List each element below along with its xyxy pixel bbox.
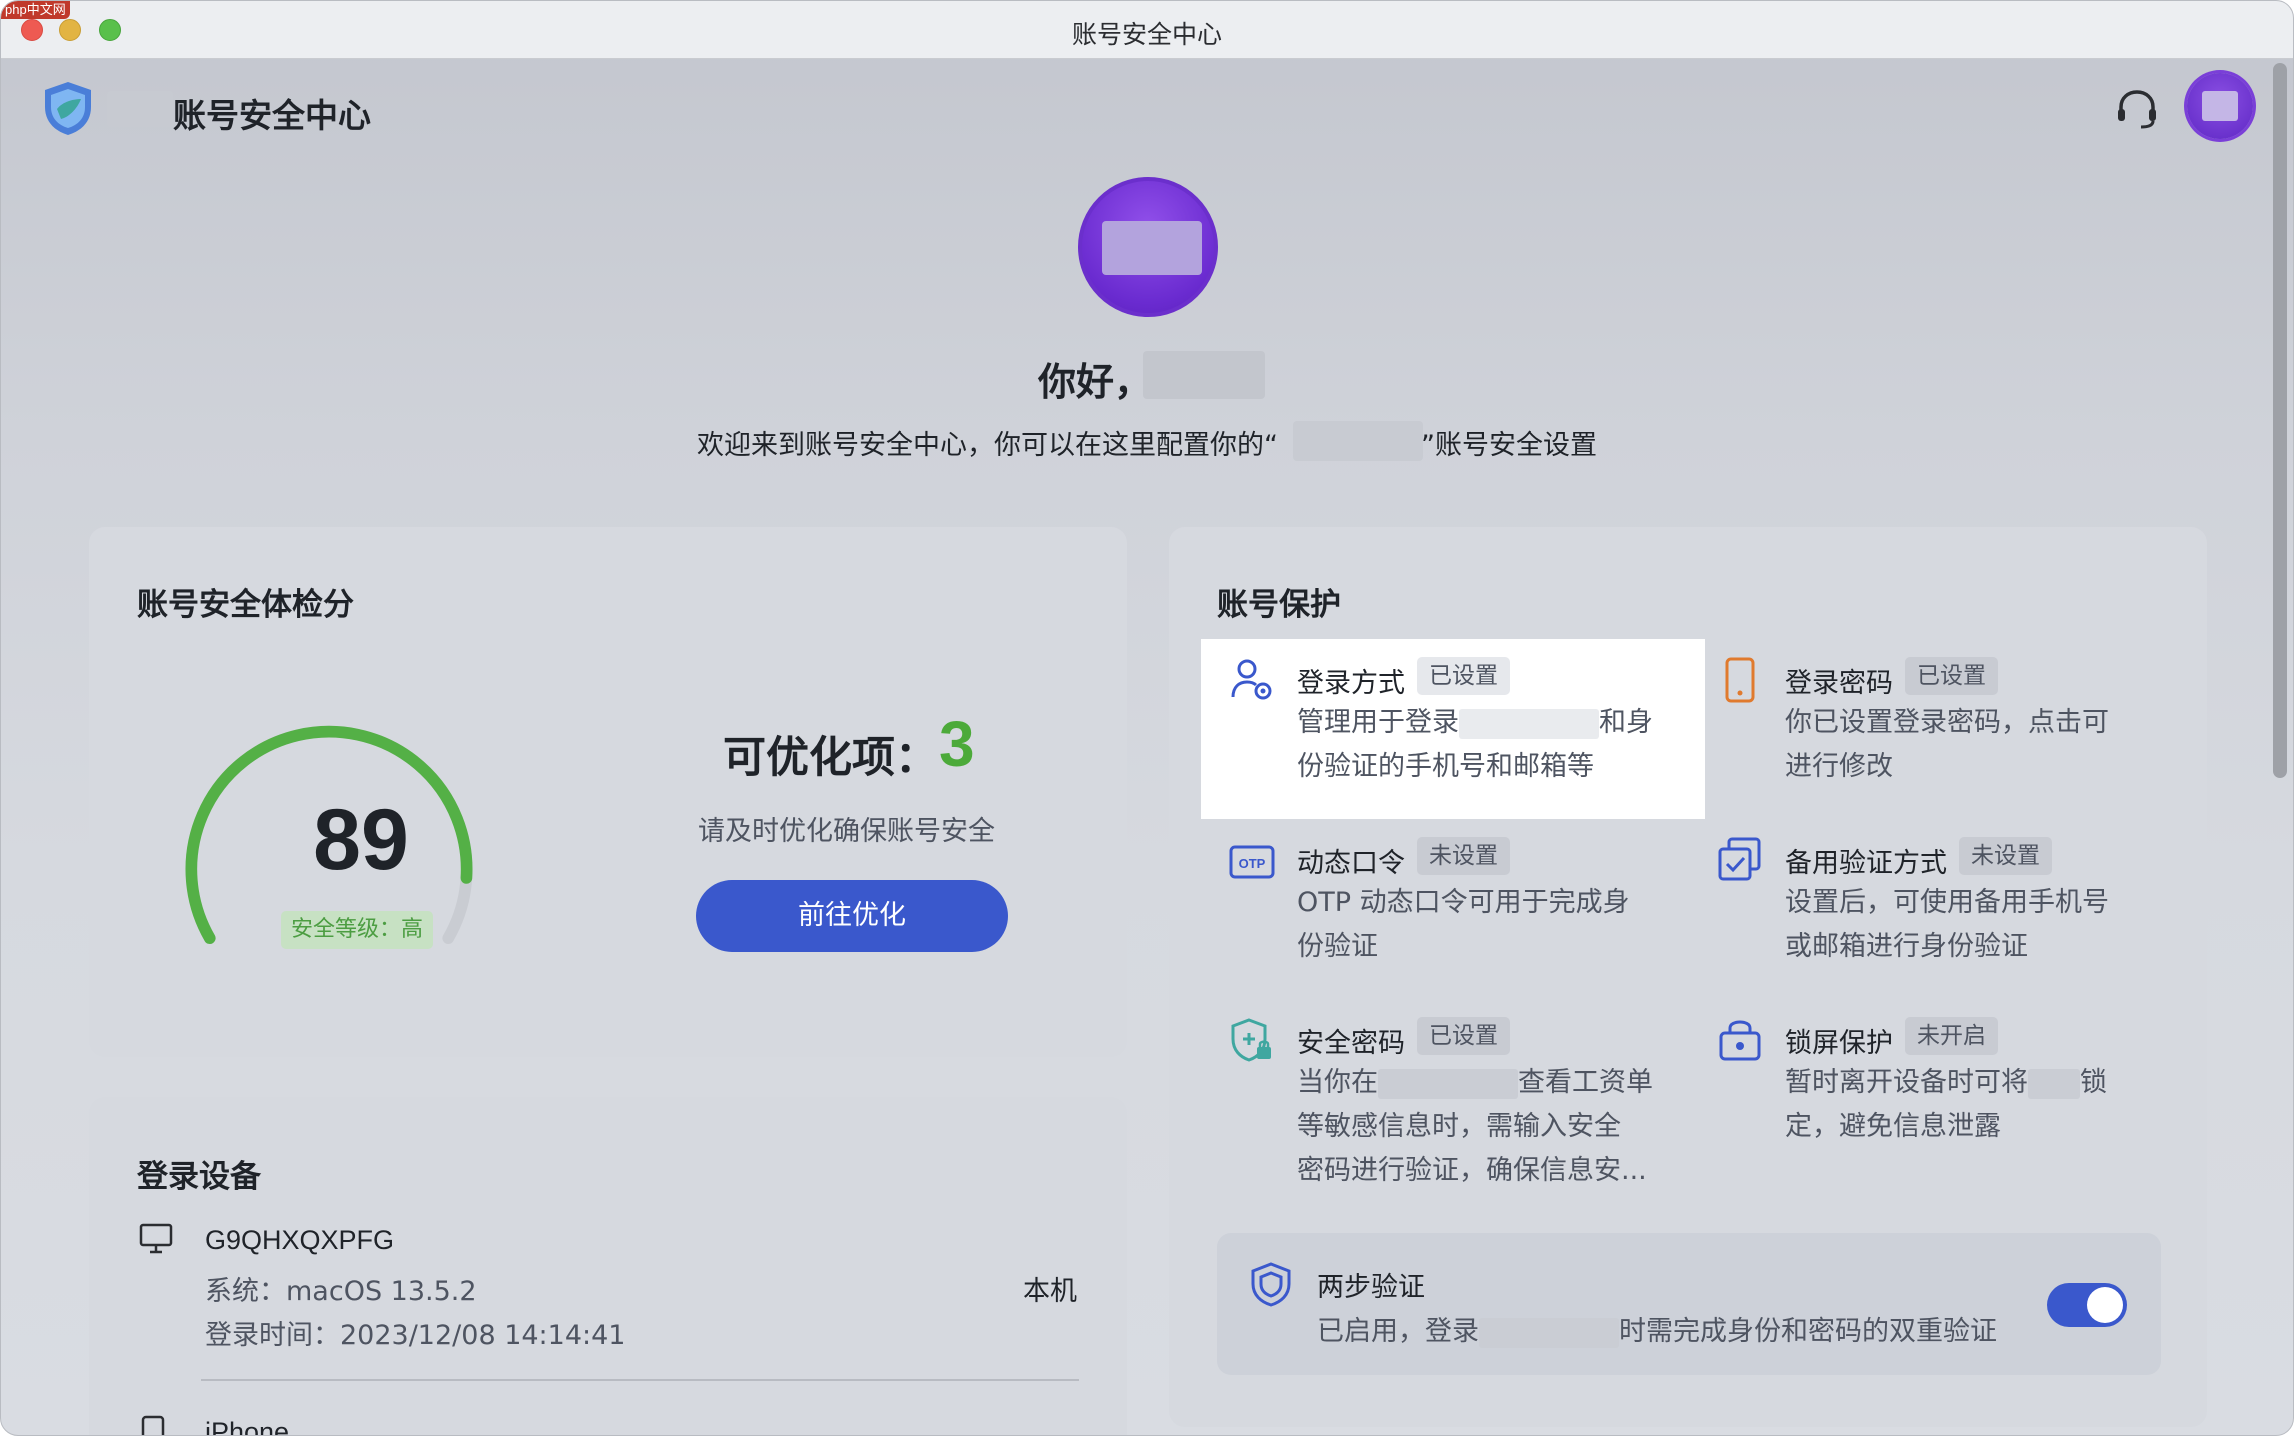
backup-verify-icon <box>1718 837 1761 881</box>
org-name-redacted <box>1479 1317 1619 1348</box>
login-password-label: 登录密码 <box>1785 668 1893 699</box>
shield-icon <box>1251 1262 1291 1307</box>
login-password-desc-line2: 进行修改 <box>1785 751 1893 782</box>
optimizable-count: 3 <box>939 708 975 780</box>
device-name: G9QHXQXPFG <box>205 1225 395 1255</box>
backup-verify-desc-line2: 或邮箱进行身份验证 <box>1785 931 2028 962</box>
svg-text:OTP: OTP <box>1239 856 1266 871</box>
device-login-time: 登录时间：2023/12/08 14:14:41 <box>205 1320 626 1351</box>
window-title: 账号安全中心 <box>1071 20 1222 49</box>
two-step-verification-panel <box>1217 1233 2161 1375</box>
login-method-label: 登录方式 <box>1297 668 1405 699</box>
two-step-toggle[interactable] <box>2047 1283 2127 1327</box>
brand-shield-icon <box>45 82 91 135</box>
greeting-text: 你好， <box>1038 360 1153 404</box>
login-devices-card <box>89 1097 1127 1435</box>
security-password-desc[interactable]: 当你在 查看工资单 等敏感信息时，需输入安全 密码进行验证，确保信息安... <box>1297 1061 1677 1193</box>
username-redacted <box>1143 351 1265 399</box>
two-step-title: 两步验证 <box>1317 1272 1425 1303</box>
brand-name-redacted <box>107 91 173 127</box>
brand-title: 账号安全中心 <box>173 96 371 135</box>
login-method-desc: 管理用于登录 和身 份验证的手机号和邮箱等 <box>1297 701 1677 789</box>
lock-screen-icon <box>1719 1020 1761 1061</box>
device-divider <box>201 1379 1079 1381</box>
score-card-title: 账号安全体检分 <box>137 587 354 623</box>
security-score: 89 <box>313 792 409 888</box>
lock-screen-status: 未开启 <box>1905 1017 1998 1055</box>
lock-screen-label: 锁屏保护 <box>1785 1028 1893 1059</box>
two-step-desc-end: 时需完成身份和密码的双重验证 <box>1619 1316 1997 1347</box>
login-method-desc-line1: 管理用于登录 <box>1297 707 1459 738</box>
welcome-text: 欢迎来到账号安全中心，你可以在这里配置你的“ <box>697 430 1278 461</box>
security-password-desc-line1: 当你在 <box>1297 1067 1378 1098</box>
devices-card-title: 登录设备 <box>137 1159 261 1195</box>
two-step-desc: 已启用，登录 时需完成身份和密码的双重验证 <box>1317 1309 1997 1348</box>
login-password-status: 已设置 <box>1905 657 1998 695</box>
login-password-desc-line1: 你已设置登录密码，点击可 <box>1785 707 2109 738</box>
headset-support-icon[interactable] <box>2113 85 2161 133</box>
security-password-status: 已设置 <box>1417 1017 1510 1055</box>
backup-verify-desc-line1: 设置后，可使用备用手机号 <box>1785 887 2109 918</box>
backup-verify-desc[interactable]: 设置后，可使用备用手机号 或邮箱进行身份验证 <box>1785 881 2165 969</box>
org-name-redacted <box>1378 1068 1518 1099</box>
optimize-hint: 请及时优化确保账号安全 <box>698 816 995 847</box>
user-gear-icon <box>1231 659 1272 700</box>
backup-verify-status: 未设置 <box>1959 837 2052 875</box>
otp-desc-line1: OTP 动态口令可用于完成身 <box>1297 887 1630 918</box>
org-name-redacted <box>2028 1068 2080 1099</box>
device-os: 系统：macOS 13.5.2 <box>205 1276 477 1307</box>
vertical-scrollbar[interactable] <box>2273 63 2287 778</box>
mobile-phone-icon <box>141 1415 165 1435</box>
title-bar: php中文网 账号安全中心 <box>1 1 2293 59</box>
two-step-desc-start: 已启用，登录 <box>1317 1316 1479 1347</box>
security-password-desc-line1-end: 查看工资单 <box>1518 1067 1653 1098</box>
phone-icon <box>1725 657 1755 703</box>
avatar-image-redacted <box>1102 221 1202 275</box>
current-device-tag: 本机 <box>1023 1276 1077 1307</box>
profile-avatar <box>1078 177 1218 317</box>
otp-icon: OTP <box>1229 845 1275 879</box>
backup-verify-label: 备用验证方式 <box>1785 848 1947 879</box>
lock-screen-desc[interactable]: 暂时离开设备时可将 锁 定，避免信息泄露 <box>1785 1061 2165 1149</box>
user-avatar-menu[interactable] <box>2187 73 2253 139</box>
optimizable-label: 可优化项： <box>723 733 938 783</box>
login-method-desc-line2: 份验证的手机号和邮箱等 <box>1297 751 1594 782</box>
shield-lock-icon <box>1231 1018 1271 1062</box>
security-password-label: 安全密码 <box>1297 1028 1405 1059</box>
optimize-button[interactable]: 前往优化 <box>696 880 1008 952</box>
otp-label: 动态口令 <box>1297 848 1405 879</box>
welcome-text-suffix: ”账号安全设置 <box>1421 430 1597 461</box>
protection-card-title: 账号保护 <box>1217 587 1341 623</box>
app-window: php中文网 账号安全中心 账号安全中心 你好， 欢迎来到账号安全中心，你可以在… <box>0 0 2294 1436</box>
otp-desc-line2: 份验证 <box>1297 931 1378 962</box>
security-password-desc-line2: 等敏感信息时，需输入安全 <box>1297 1111 1621 1142</box>
login-method-status: 已设置 <box>1417 657 1510 695</box>
desktop-icon <box>139 1223 173 1254</box>
lock-screen-desc-line1: 暂时离开设备时可将 <box>1785 1067 2028 1098</box>
lock-screen-desc-line2: 定，避免信息泄露 <box>1785 1111 2001 1142</box>
org-name-redacted <box>1293 421 1423 461</box>
otp-desc[interactable]: OTP 动态口令可用于完成身 份验证 <box>1297 881 1677 969</box>
avatar-image-redacted <box>2202 91 2238 121</box>
login-method-desc-line1-end: 和身 <box>1599 707 1653 738</box>
device-name: iPhone <box>205 1417 290 1436</box>
lock-screen-desc-line1-end: 锁 <box>2080 1067 2107 1098</box>
otp-status: 未设置 <box>1417 837 1510 875</box>
security-password-desc-line3: 密码进行验证，确保信息安... <box>1297 1155 1647 1186</box>
toggle-knob <box>2087 1287 2123 1323</box>
login-password-desc[interactable]: 你已设置登录密码，点击可 进行修改 <box>1785 701 2165 789</box>
org-name-redacted <box>1459 708 1599 739</box>
security-level-badge: 安全等级：高 <box>281 911 434 949</box>
